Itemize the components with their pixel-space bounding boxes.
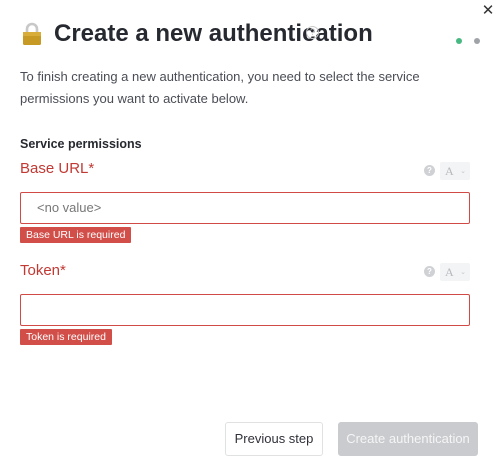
base-url-placeholder: <no value>: [37, 200, 102, 215]
close-icon[interactable]: ✕: [480, 2, 496, 20]
base-url-label-text: Base URL: [20, 160, 89, 177]
intro-text: To finish creating a new authentication,…: [20, 69, 420, 106]
base-url-input[interactable]: <no value>: [20, 192, 470, 224]
help-icon[interactable]: ?: [424, 266, 435, 277]
chevron-down-icon: ⌄: [460, 167, 466, 175]
required-mark: *: [60, 262, 66, 279]
required-mark: *: [88, 160, 95, 177]
base-url-label: Base URL*: [20, 160, 94, 177]
create-authentication-modal: ✕ Create a new authentication ? To finis…: [0, 0, 500, 476]
page-title: Create a new authentication: [54, 20, 373, 47]
chevron-down-icon: ⌄: [460, 268, 466, 276]
token-label-text: Token: [20, 262, 61, 279]
create-authentication-button[interactable]: Create authentication: [338, 422, 478, 456]
previous-step-button[interactable]: Previous step: [225, 422, 323, 456]
value-type-selector[interactable]: A ⌄: [440, 162, 470, 180]
token-tools: ? A ⌄: [424, 263, 470, 281]
step-dot-inactive: [474, 38, 480, 44]
token-error: Token is required: [20, 329, 112, 345]
section-title: Service permissions: [20, 137, 142, 151]
lock-icon: [23, 22, 41, 45]
step-dot-active: [455, 38, 462, 44]
help-circle-icon[interactable]: ?: [306, 26, 319, 39]
modal-header: Create a new authentication ?: [22, 18, 480, 50]
value-type-label: A: [445, 164, 454, 178]
token-input[interactable]: [20, 294, 470, 326]
value-type-selector[interactable]: A ⌄: [440, 263, 470, 281]
help-icon[interactable]: ?: [424, 165, 435, 176]
token-label: Token*: [20, 262, 66, 279]
base-url-error: Base URL is required: [20, 227, 132, 243]
value-type-label: A: [445, 265, 454, 279]
base-url-tools: ? A ⌄: [424, 162, 470, 180]
step-indicator: [448, 31, 480, 44]
